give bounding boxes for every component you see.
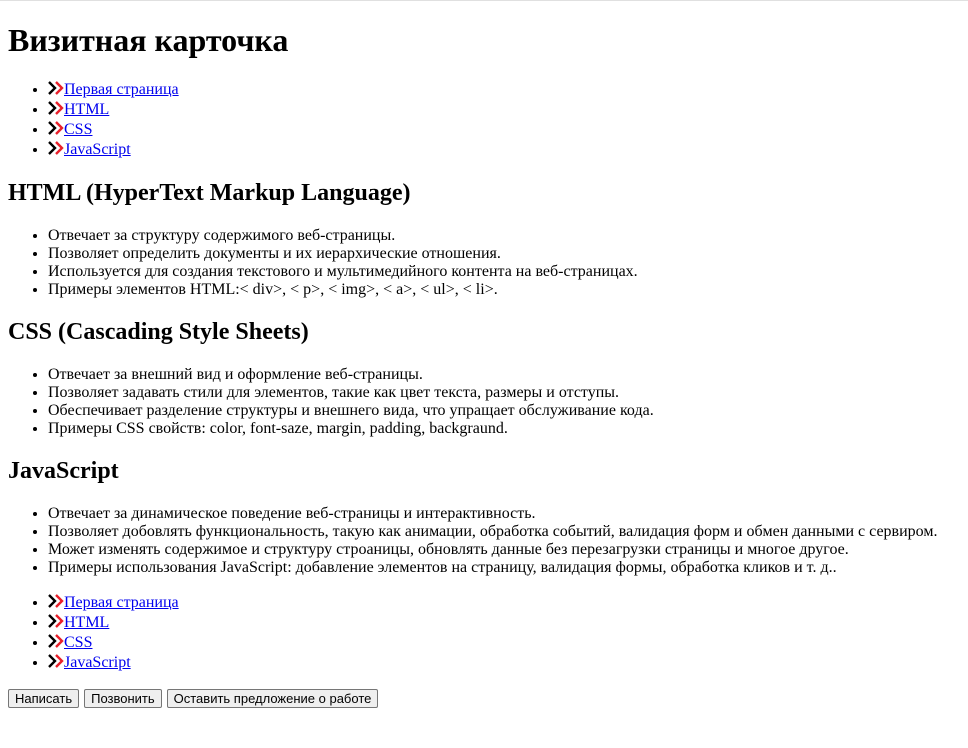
write-button[interactable]: Написать	[8, 689, 80, 708]
double-chevron-icon	[48, 594, 64, 608]
list-item: Может изменять содержимое и структуру ст…	[48, 541, 960, 559]
call-button[interactable]: Позвонить	[84, 689, 162, 708]
nav-link[interactable]: HTML	[64, 101, 109, 118]
section-list: Отвечает за структуру содержимого веб-ст…	[8, 227, 960, 299]
nav-item: JavaScript	[48, 653, 960, 673]
double-chevron-icon	[48, 141, 64, 155]
nav-item: HTML	[48, 613, 960, 633]
nav-link[interactable]: CSS	[64, 634, 92, 651]
nav-link[interactable]: Первая страница	[64, 594, 179, 611]
section-heading: JavaScript	[8, 458, 119, 484]
nav-link[interactable]: CSS	[64, 121, 92, 138]
list-item: Отвечает за структуру содержимого веб-ст…	[48, 227, 960, 245]
nav-item: JavaScript	[48, 140, 960, 160]
double-chevron-icon	[48, 634, 64, 648]
nav-item: Первая страница	[48, 593, 960, 613]
double-chevron-icon	[48, 654, 64, 668]
page-title: Визитная карточка	[8, 22, 289, 58]
job-offer-button[interactable]: Оставить предложение о работе	[166, 689, 379, 708]
section-heading: HTML (HyperText Markup Language)	[8, 180, 411, 206]
list-item: Позволяет добовлять функциональность, та…	[48, 523, 960, 541]
nav-item: CSS	[48, 120, 960, 140]
list-item: Примеры использования JavaScript: добавл…	[48, 559, 960, 577]
button-bar: Написать Позвонить Оставить предложение …	[8, 689, 960, 708]
nav-item: HTML	[48, 100, 960, 120]
nav-link[interactable]: HTML	[64, 614, 109, 631]
list-item: Примеры CSS свойств: color, font-saze, m…	[48, 420, 960, 438]
list-item: Обеспечивает разделение структуры и внеш…	[48, 402, 960, 420]
nav-list-bottom: Первая страница HTML CSS JavaScript	[8, 593, 960, 673]
nav-link[interactable]: JavaScript	[64, 654, 131, 671]
list-item: Используется для создания текстового и м…	[48, 263, 960, 281]
section-list: Отвечает за внешний вид и оформление веб…	[8, 366, 960, 438]
list-item: Позволяет задавать стили для элементов, …	[48, 384, 960, 402]
list-item: Отвечает за внешний вид и оформление веб…	[48, 366, 960, 384]
nav-link[interactable]: Первая страница	[64, 81, 179, 98]
nav-link[interactable]: JavaScript	[64, 141, 131, 158]
nav-item: Первая страница	[48, 80, 960, 100]
list-item: Отвечает за динамическое поведение веб-с…	[48, 505, 960, 523]
section-list: Отвечает за динамическое поведение веб-с…	[8, 505, 960, 577]
list-item: Примеры элементов HTML:< div>, < p>, < i…	[48, 281, 960, 299]
double-chevron-icon	[48, 101, 64, 115]
double-chevron-icon	[48, 81, 64, 95]
nav-item: CSS	[48, 633, 960, 653]
list-item: Позволяет определить документы и их иера…	[48, 245, 960, 263]
nav-list-top: Первая страница HTML CSS JavaScript	[8, 80, 960, 160]
double-chevron-icon	[48, 614, 64, 628]
section-heading: CSS (Cascading Style Sheets)	[8, 319, 309, 345]
double-chevron-icon	[48, 121, 64, 135]
